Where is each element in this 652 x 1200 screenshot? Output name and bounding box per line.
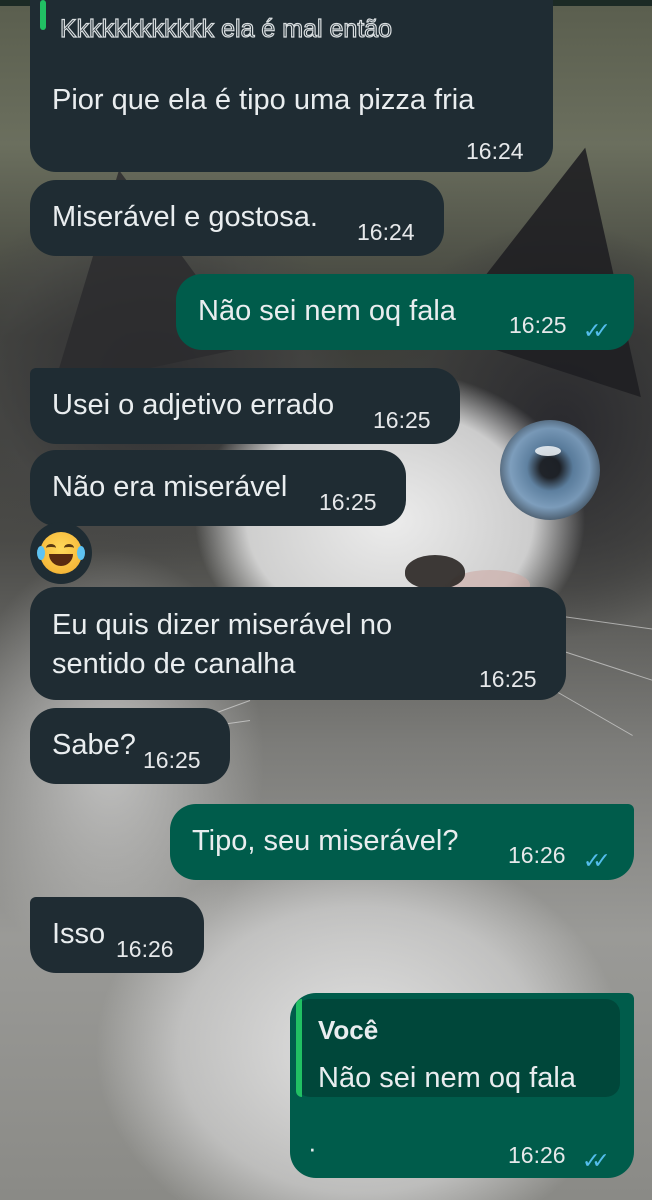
read-receipt-icon: ✓✓: [583, 318, 611, 343]
message-text: Miserável e gostosa.: [52, 201, 318, 233]
read-receipt-icon: ✓✓: [583, 848, 611, 873]
message-text: Usei o adjetivo errado: [52, 389, 335, 421]
message-text: Não era miserável: [52, 471, 288, 503]
message-time: 16:25: [479, 666, 537, 692]
message-bubble-incoming[interactable]: Isso 16:26: [30, 897, 204, 973]
message-bubble-incoming[interactable]: Eu quis dizer miserável no sentido de ca…: [30, 587, 566, 700]
message-bubble-incoming[interactable]: Não era miserável 16:25: [30, 450, 406, 526]
quoted-reply[interactable]: Você Não sei nem oq fala: [296, 999, 620, 1097]
message-text-line: Eu quis dizer miserável no: [52, 609, 393, 641]
message-bubble-incoming[interactable]: Usei o adjetivo errado 16:25: [30, 368, 460, 444]
message-bubble-outgoing[interactable]: Não sei nem oq fala 16:25 ✓✓: [176, 274, 634, 350]
message-time: 16:24: [357, 219, 415, 245]
message-time: 16:25: [373, 407, 431, 433]
message-bubble-incoming[interactable]: Sabe? 16:25: [30, 708, 230, 784]
face-with-tears-of-joy-icon: [37, 532, 85, 574]
message-text: Isso: [52, 918, 106, 950]
quoted-author: Você: [318, 1015, 379, 1045]
message-text: ·: [308, 1133, 317, 1163]
message-text: Não sei nem oq fala: [198, 295, 456, 327]
message-time: 16:25: [143, 747, 201, 773]
quote-bar: [296, 999, 302, 1097]
message-text: Tipo, seu miserável?: [192, 825, 459, 857]
message-time: 16:25: [509, 312, 567, 338]
message-text: Sabe?: [52, 729, 136, 761]
message-bubble-outgoing[interactable]: Você Não sei nem oq fala · 16:26 ✓✓: [290, 993, 634, 1178]
message-time: 16:24: [466, 138, 524, 164]
message-time: 16:26: [508, 1142, 566, 1168]
message-text: Pior que ela é tipo uma pizza fria: [52, 84, 475, 116]
quoted-message-text: Kkkkkkkkkkkk ela é mal então: [59, 14, 393, 43]
reaction-emoji[interactable]: [30, 522, 92, 584]
quote-bar: [40, 0, 46, 30]
quoted-text: Não sei nem oq fala: [318, 1062, 576, 1094]
message-time: 16:25: [319, 489, 377, 515]
message-bubble-outgoing[interactable]: Tipo, seu miserável? 16:26 ✓✓: [170, 804, 634, 880]
message-time: 16:26: [116, 936, 174, 962]
message-list[interactable]: Kkkkkkkkkkkk ela é mal então Pior que el…: [0, 0, 652, 1200]
read-receipt-icon: ✓✓: [582, 1148, 610, 1173]
message-bubble-incoming[interactable]: Miserável e gostosa. 16:24: [30, 180, 444, 256]
message-text-line: sentido de canalha: [52, 648, 296, 680]
message-time: 16:26: [508, 842, 566, 868]
message-bubble-incoming[interactable]: Kkkkkkkkkkkk ela é mal então Pior que el…: [30, 0, 553, 172]
